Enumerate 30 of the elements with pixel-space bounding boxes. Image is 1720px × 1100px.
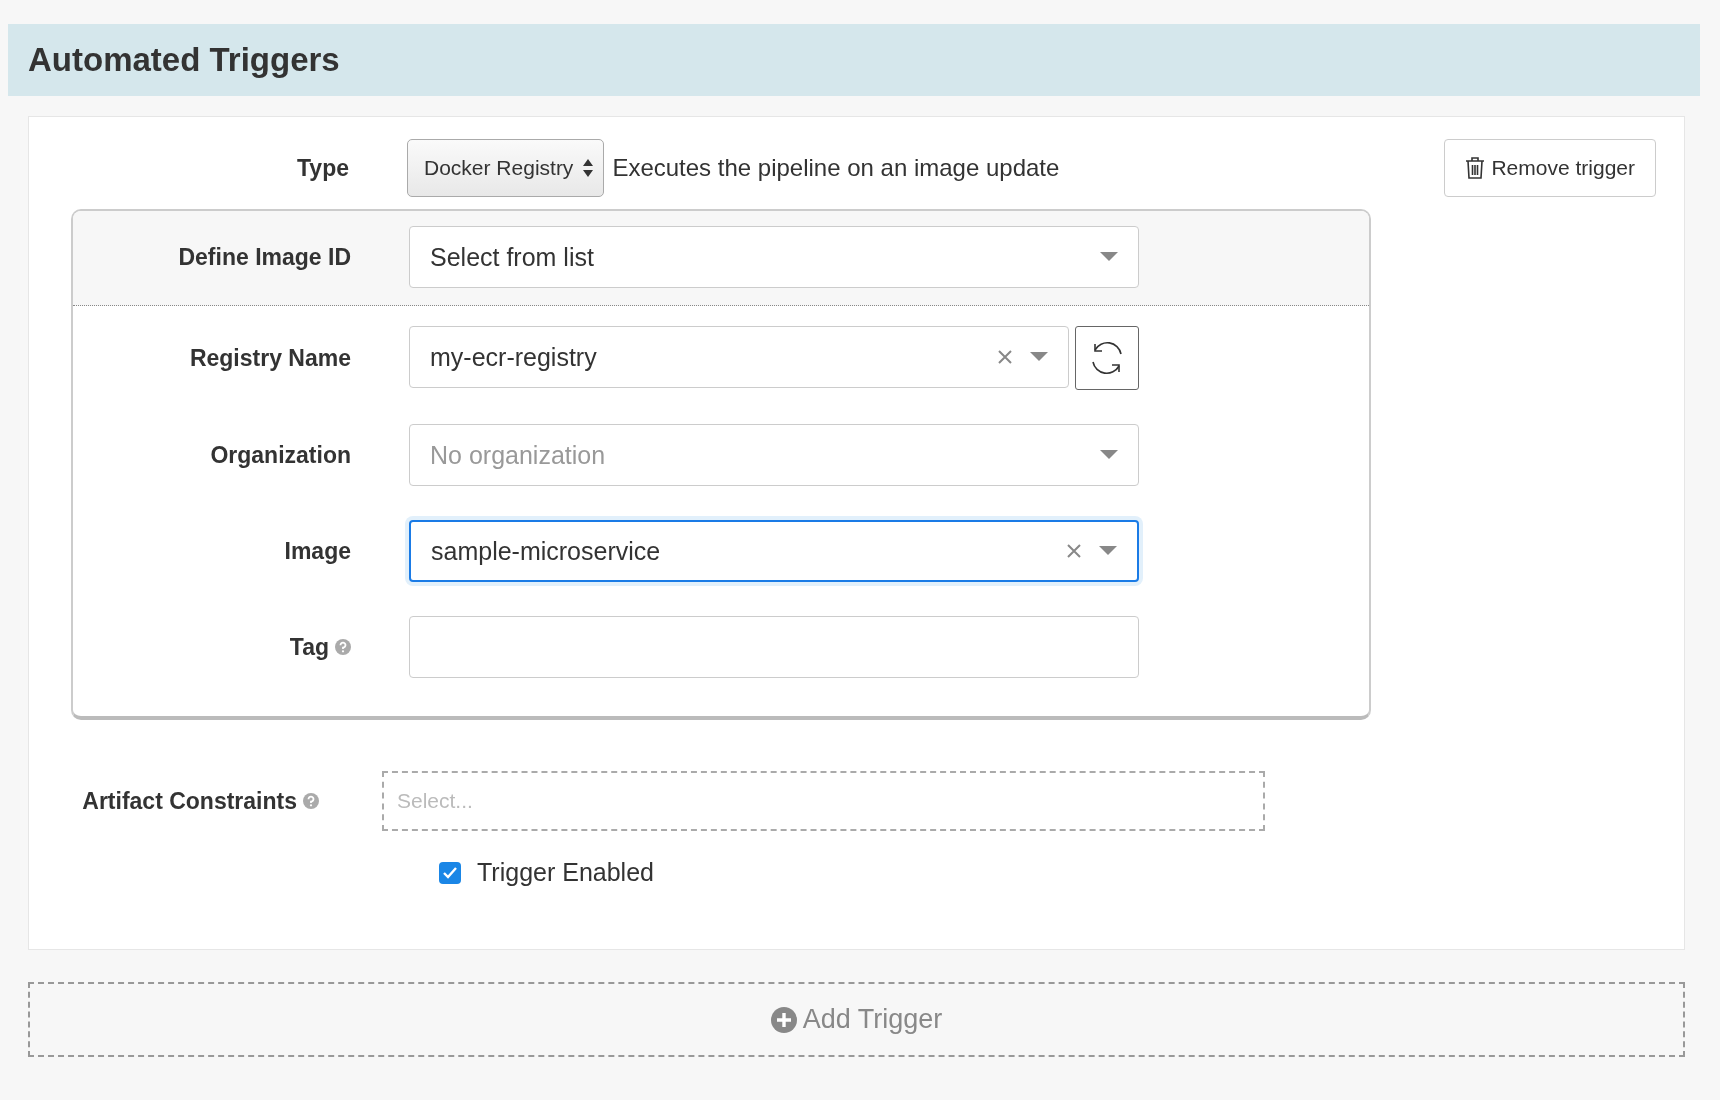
caret-icon xyxy=(1099,546,1117,556)
select-value: sample-microservice xyxy=(431,536,662,566)
trash-icon xyxy=(1465,157,1486,179)
field-label: Image xyxy=(284,537,351,565)
remove-trigger-button[interactable]: Remove trigger xyxy=(1444,139,1656,197)
caret-icon xyxy=(1100,252,1118,262)
field-label: Define Image ID xyxy=(178,243,351,271)
select-field[interactable]: Select from list xyxy=(409,226,1139,288)
checkbox[interactable] xyxy=(439,861,461,884)
field-label: Organization xyxy=(210,441,351,469)
caret-icon xyxy=(1100,450,1118,460)
checkbox-label: Trigger Enabled xyxy=(477,858,654,887)
field-label: Registry Name xyxy=(189,344,351,372)
clear-icon[interactable] xyxy=(998,350,1012,364)
field-label: Type xyxy=(297,154,349,182)
refresh-button[interactable] xyxy=(1075,326,1139,390)
section-title: Automated Triggers xyxy=(28,41,340,79)
type-description: Executes the pipeline on an image update xyxy=(612,154,1060,182)
plus-circle-icon xyxy=(770,1006,797,1033)
select-field[interactable]: my-ecr-registry xyxy=(409,326,1069,388)
type-select[interactable]: Docker Registry xyxy=(407,139,605,197)
field-label: Tag xyxy=(289,633,329,661)
checkmark-icon xyxy=(443,866,457,879)
caret-icon xyxy=(1030,352,1048,362)
clear-icon[interactable] xyxy=(1067,544,1081,558)
select-placeholder: No organization xyxy=(430,440,607,470)
updown-icon xyxy=(583,158,594,178)
select-value: my-ecr-registry xyxy=(430,342,598,372)
field-label: Artifact Constraints xyxy=(82,787,297,815)
input-field[interactable] xyxy=(409,616,1139,678)
